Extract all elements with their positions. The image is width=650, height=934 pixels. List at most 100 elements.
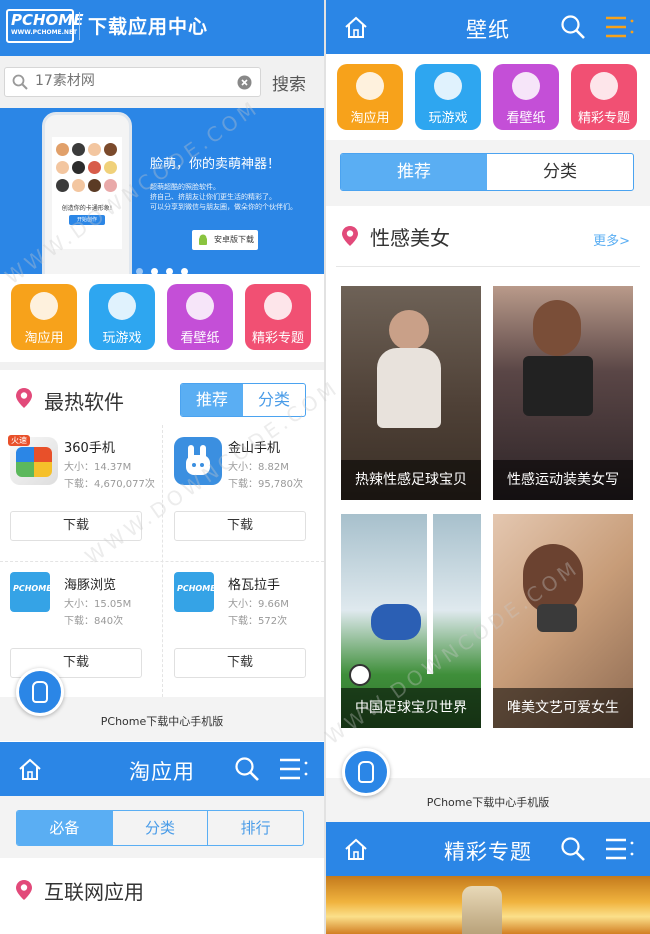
topic-banner-image[interactable] — [326, 876, 650, 934]
search-button[interactable]: 搜索 — [272, 70, 306, 95]
app-icon-pchome[interactable]: PCHOME — [10, 572, 52, 612]
photo-figure — [371, 604, 421, 640]
photo-figure — [533, 300, 581, 356]
category-topics[interactable]: 精彩专题 — [245, 284, 311, 350]
category-topics[interactable]: 精彩专题 — [571, 64, 637, 130]
category-games[interactable]: 玩游戏 — [415, 64, 481, 130]
category-wallpaper[interactable]: 看壁纸 — [493, 64, 559, 130]
gear-icon — [30, 292, 58, 320]
tab-category[interactable]: 分类 — [243, 384, 305, 416]
search-field[interactable] — [4, 67, 261, 97]
gear-icon — [356, 72, 384, 100]
logo-subtext: WWW.PCHOME.NET — [11, 29, 78, 36]
banner-copy: 脸萌，你的卖萌神器！ 超萌超酷的照脸软件。 挤自己、挤朋友让你们更生活的精彩了。… — [150, 153, 320, 212]
app-name: 金山手机 — [228, 441, 281, 456]
carousel-dot[interactable] — [181, 268, 188, 274]
app-list: 火速 360手机 大小：14.37M 下载：4,670,077次 下载 金山手机… — [0, 425, 324, 697]
location-pin-icon — [16, 388, 32, 408]
app-name: 格瓦拉手 — [228, 578, 281, 593]
tab-recommend[interactable]: 推荐 — [341, 154, 487, 190]
app-downloads: 下载：95,780次 — [228, 479, 303, 490]
app-size: 大小：14.37M — [64, 462, 132, 473]
lighter-image — [462, 886, 502, 934]
apps-header: 淘应用 — [0, 742, 324, 796]
category-apps[interactable]: 淘应用 — [11, 284, 77, 350]
photo-goalpost — [427, 514, 433, 674]
hot-software-header: 最热软件 推荐 分类 — [0, 362, 324, 426]
picture-icon — [512, 72, 540, 100]
app-card: 火速 360手机 大小：14.37M 下载：4,670,077次 下载 — [0, 425, 162, 561]
wallpaper-card[interactable]: 中国足球宝贝世界 — [341, 514, 481, 728]
app-icon-kingsoft[interactable] — [174, 437, 222, 485]
tab-essential[interactable]: 必备 — [17, 811, 113, 845]
apps-tabs: 必备 分类 排行 — [16, 810, 304, 846]
internet-apps-header: 互联网应用 — [0, 862, 324, 934]
category-label: 玩游戏 — [428, 111, 468, 126]
search-input[interactable] — [35, 73, 225, 89]
wallpaper-caption: 热辣性感足球宝贝 — [341, 460, 481, 500]
app-icon-360[interactable]: 火速 — [8, 435, 58, 485]
category-label: 淘应用 — [24, 331, 64, 346]
tab-recommend[interactable]: 推荐 — [181, 384, 243, 416]
search-bar: 搜索 — [0, 56, 324, 108]
finger-icon — [32, 681, 48, 703]
tab-ranking[interactable]: 排行 — [208, 811, 303, 845]
topics-header-title: 精彩专题 — [444, 840, 532, 864]
banner-bullets: 超萌超酷的照脸软件。 挤自己、挤朋友让你们更生活的精彩了。 可以分享到微信与朋友… — [150, 182, 320, 212]
wallpaper-card[interactable]: 唯美文艺可爱女生 — [493, 514, 633, 728]
top-header: PCHOME WWW.PCHOME.NET 下载应用中心 — [0, 0, 324, 56]
app-downloads: 下载：4,670,077次 — [64, 479, 155, 490]
touch-float-button[interactable] — [16, 668, 64, 716]
banner-bullet: 挤自己、挤朋友让你们更生活的精彩了。 — [150, 193, 276, 201]
location-pin-icon — [16, 880, 32, 900]
wallpaper-card[interactable]: 热辣性感足球宝贝 — [341, 286, 481, 500]
category-label: 精彩专题 — [577, 111, 630, 126]
wallpaper-header-title: 壁纸 — [466, 18, 510, 42]
category-label: 看壁纸 — [180, 331, 220, 346]
phone-caption: 创造你的卡通形象! — [61, 205, 113, 212]
menu-icon[interactable] — [280, 757, 308, 781]
carousel-dot[interactable] — [151, 268, 158, 274]
menu-icon[interactable] — [606, 837, 634, 861]
pchome-logo[interactable]: PCHOME WWW.PCHOME.NET — [6, 9, 83, 43]
gamepad-icon — [434, 72, 462, 100]
category-games[interactable]: 玩游戏 — [89, 284, 155, 350]
category-wallpaper[interactable]: 看壁纸 — [167, 284, 233, 350]
beauty-section-title: 性感美女 — [370, 226, 450, 250]
tab-category[interactable]: 分类 — [487, 154, 633, 190]
app-size: 大小：15.05M — [64, 599, 132, 610]
carousel-dots — [136, 260, 196, 274]
android-download-button[interactable]: 安卓版下载 — [192, 230, 258, 250]
category-grid: 淘应用 玩游戏 看壁纸 精彩专题 — [0, 284, 324, 362]
more-link[interactable]: 更多> — [593, 230, 630, 249]
internet-apps-title: 互联网应用 — [44, 880, 144, 904]
tab-category[interactable]: 分类 — [113, 811, 209, 845]
picture-icon — [186, 292, 214, 320]
clear-icon[interactable] — [237, 75, 252, 90]
wallpaper-card[interactable]: 性感运动装美女写 — [493, 286, 633, 500]
right-screen: 壁纸 淘应用 玩游戏 看壁纸 精彩专题 推荐 分类 性感美女 更多> 热辣性感足… — [326, 0, 650, 934]
carousel-dot[interactable] — [136, 268, 143, 274]
search-icon[interactable] — [560, 14, 586, 40]
app-screens: PCHOME WWW.PCHOME.NET 下载应用中心 搜索 — [0, 0, 650, 934]
page-title: 下载应用中心 — [88, 16, 209, 38]
logo-divider — [79, 12, 80, 40]
download-button[interactable]: 下载 — [10, 511, 142, 541]
finger-icon — [358, 761, 374, 783]
category-label: 淘应用 — [350, 111, 390, 126]
promo-banner[interactable]: 创造你的卡通形象! 开始创作 脸萌，你的卖萌神器！ 超萌超酷的照脸软件。 挤自己… — [0, 108, 324, 274]
carousel-dot[interactable] — [166, 268, 173, 274]
heart-icon — [590, 72, 618, 100]
app-icon-badge: PCHOME — [177, 584, 216, 593]
phone-screen: 创造你的卡通形象! 开始创作 — [52, 137, 122, 249]
download-button[interactable]: 下载 — [174, 511, 306, 541]
download-button[interactable]: 下载 — [174, 648, 306, 678]
app-icon-pchome[interactable]: PCHOME — [174, 572, 216, 612]
footer-text: PChome下载中心手机版 — [426, 796, 550, 809]
android-download-label: 安卓版下载 — [214, 235, 254, 244]
category-apps[interactable]: 淘应用 — [337, 64, 403, 130]
search-icon[interactable] — [234, 756, 260, 782]
search-icon[interactable] — [560, 836, 586, 862]
touch-float-button[interactable] — [342, 748, 390, 796]
menu-icon[interactable] — [606, 15, 634, 39]
